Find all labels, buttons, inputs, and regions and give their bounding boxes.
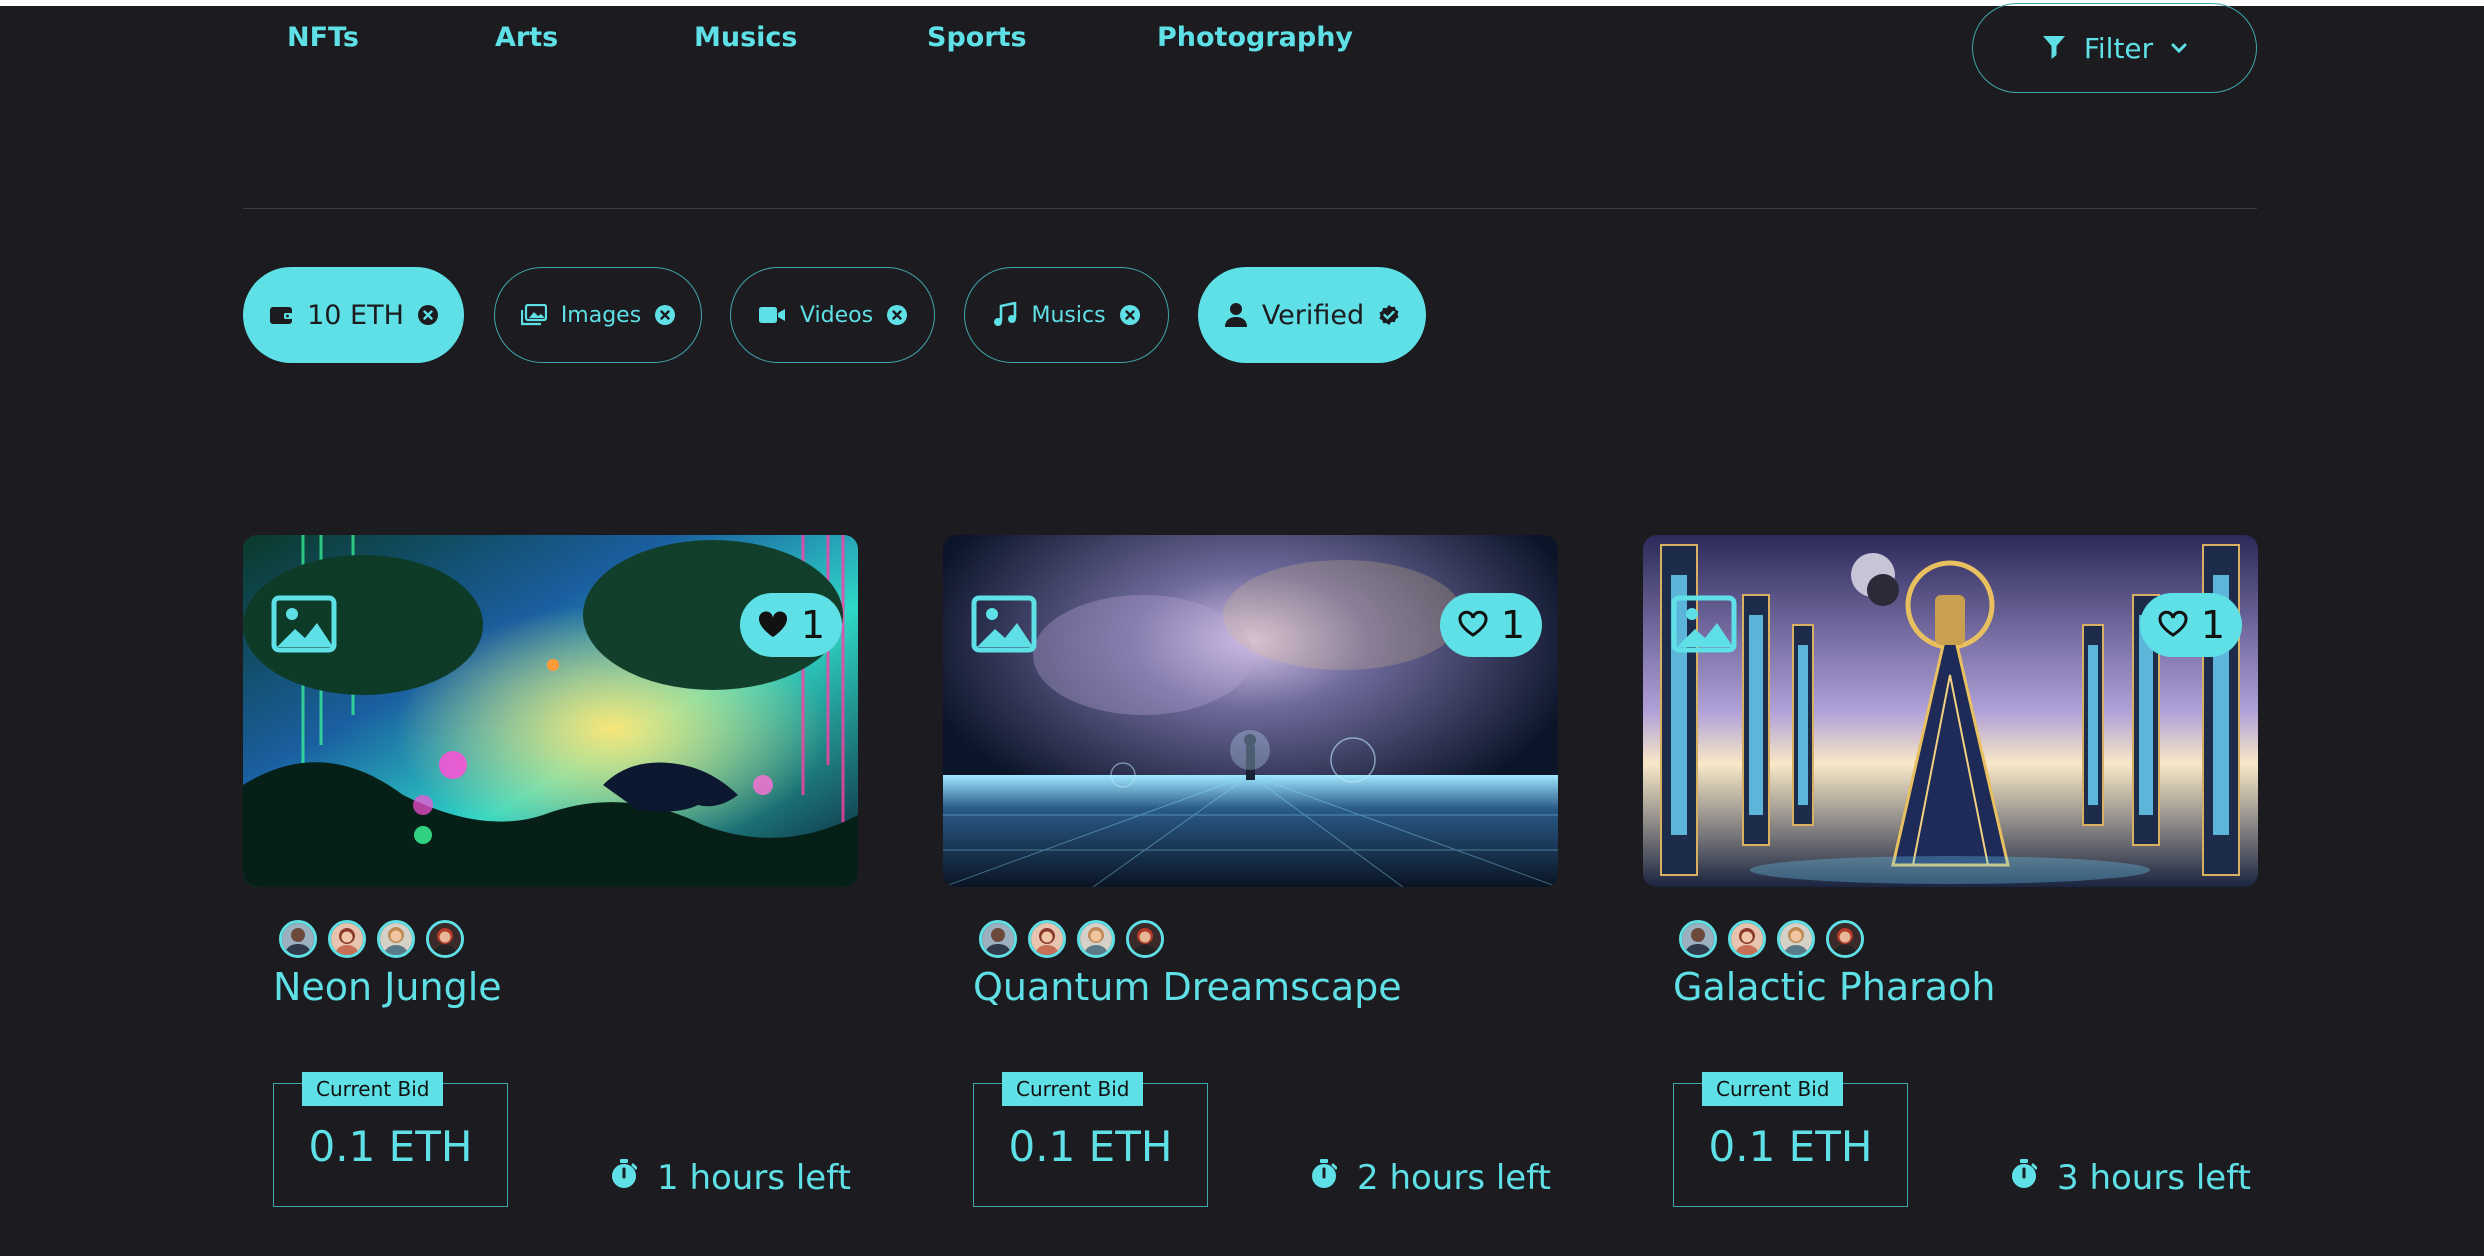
nft-title[interactable]: Quantum Dreamscape: [973, 965, 1402, 1009]
wallet-icon: [269, 304, 294, 326]
avatar[interactable]: [426, 920, 464, 958]
like-button[interactable]: 1: [740, 593, 842, 657]
chip-label: Musics: [1031, 302, 1106, 328]
like-count: 1: [800, 603, 826, 647]
avatar[interactable]: [1728, 920, 1766, 958]
avatar[interactable]: [979, 920, 1017, 958]
like-button[interactable]: 1: [2140, 593, 2242, 657]
time-left-text: 2 hours left: [1357, 1158, 1551, 1198]
chevron-down-icon: [2171, 42, 2187, 54]
stopwatch-icon: [2011, 1158, 2038, 1198]
current-bid-value: 0.1 ETH: [1008, 1122, 1173, 1171]
collector-avatars: [279, 920, 464, 958]
avatar[interactable]: [1679, 920, 1717, 958]
stopwatch-icon: [611, 1158, 638, 1198]
remove-circle-icon[interactable]: [417, 305, 438, 325]
chip-label: 10 ETH: [307, 299, 404, 331]
avatar[interactable]: [1126, 920, 1164, 958]
image-type-icon: [271, 595, 337, 653]
images-icon: [520, 304, 547, 326]
chip-musics[interactable]: Musics: [964, 267, 1169, 363]
time-left: 3 hours left: [2011, 1158, 2251, 1198]
time-left: 2 hours left: [1311, 1158, 1551, 1198]
filter-dropdown-button[interactable]: Filter: [1972, 3, 2257, 93]
avatar[interactable]: [1028, 920, 1066, 958]
collector-avatars: [1679, 920, 1864, 958]
verified-badge-icon: [1378, 304, 1400, 326]
current-bid-label: Current Bid: [302, 1072, 444, 1106]
remove-circle-icon[interactable]: [1119, 305, 1140, 325]
image-type-icon: [971, 595, 1037, 653]
chip-label: Images: [560, 302, 642, 328]
chip-label: Videos: [799, 302, 874, 328]
music-note-icon: [993, 302, 1017, 328]
time-left-text: 1 hours left: [657, 1158, 851, 1198]
user-icon: [1224, 302, 1248, 328]
avatar[interactable]: [328, 920, 366, 958]
current-bid-label: Current Bid: [1702, 1072, 1844, 1106]
nft-card[interactable]: 1 Quantum Dreamscape Current Bid 0.1 ETH…: [943, 535, 1558, 1207]
nft-artwork-image[interactable]: 1: [243, 535, 858, 887]
time-left-text: 3 hours left: [2057, 1158, 2251, 1198]
current-bid-box: Current Bid 0.1 ETH: [973, 1072, 1208, 1207]
nft-title[interactable]: Galactic Pharaoh: [1673, 965, 1995, 1009]
heart-outline-icon: [1457, 603, 1489, 647]
nft-artwork-image[interactable]: 1: [1643, 535, 2258, 887]
funnel-icon: [2042, 35, 2066, 61]
chip-price-10-eth[interactable]: 10 ETH: [243, 267, 464, 363]
current-bid-box: Current Bid 0.1 ETH: [1673, 1072, 1908, 1207]
avatar[interactable]: [377, 920, 415, 958]
nft-artwork-image[interactable]: 1: [943, 535, 1558, 887]
collector-avatars: [979, 920, 1164, 958]
like-count: 1: [2200, 603, 2226, 647]
chip-label: Verified: [1261, 299, 1365, 331]
time-left: 1 hours left: [611, 1158, 851, 1198]
nav-item-nfts[interactable]: NFTs: [287, 22, 359, 53]
nav-item-arts[interactable]: Arts: [495, 22, 558, 53]
avatar[interactable]: [1777, 920, 1815, 958]
like-button[interactable]: 1: [1440, 593, 1542, 657]
heart-outline-icon: [2157, 603, 2189, 647]
current-bid-label: Current Bid: [1002, 1072, 1144, 1106]
current-bid-value: 0.1 ETH: [308, 1122, 473, 1171]
like-count: 1: [1500, 603, 1526, 647]
chip-images[interactable]: Images: [494, 267, 702, 363]
filter-label: Filter: [2083, 31, 2154, 65]
avatar[interactable]: [1077, 920, 1115, 958]
avatar[interactable]: [1826, 920, 1864, 958]
avatar[interactable]: [279, 920, 317, 958]
nav-item-sports[interactable]: Sports: [927, 22, 1027, 53]
current-bid-value: 0.1 ETH: [1708, 1122, 1873, 1171]
heart-filled-icon: [757, 603, 789, 647]
chip-videos[interactable]: Videos: [730, 267, 935, 363]
remove-circle-icon[interactable]: [655, 305, 676, 325]
stopwatch-icon: [1311, 1158, 1338, 1198]
section-divider: [243, 208, 2257, 209]
nft-title[interactable]: Neon Jungle: [273, 965, 502, 1009]
video-icon: [758, 305, 786, 325]
nft-card[interactable]: 1 Galactic Pharaoh Current Bid 0.1 ETH 3…: [1643, 535, 2258, 1207]
chip-verified[interactable]: Verified: [1198, 267, 1426, 363]
remove-circle-icon[interactable]: [887, 305, 908, 325]
image-type-icon: [1671, 595, 1737, 653]
nav-item-photography[interactable]: Photography: [1157, 22, 1353, 53]
nav-item-musics[interactable]: Musics: [694, 22, 798, 53]
current-bid-box: Current Bid 0.1 ETH: [273, 1072, 508, 1207]
nft-card[interactable]: 1 Neon Jungle Current Bid 0.1 ETH 1 hour…: [243, 535, 858, 1207]
